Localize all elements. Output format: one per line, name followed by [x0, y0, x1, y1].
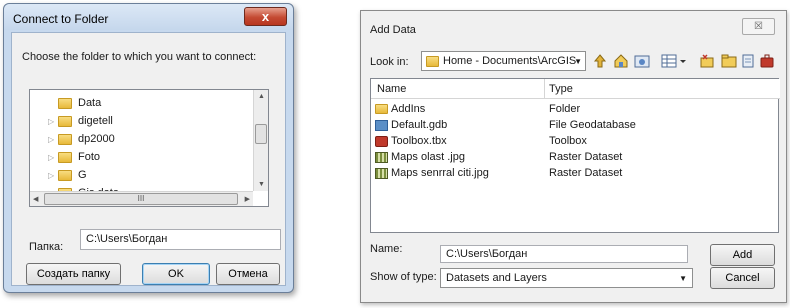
list-item[interactable]: Maps olast .jpg Raster Dataset: [371, 151, 780, 165]
view-dropdown-icon[interactable]: [678, 53, 688, 69]
title-bar: Connect to Folder x: [4, 4, 293, 30]
folder-icon: [58, 115, 72, 127]
document-icon[interactable]: [740, 53, 756, 69]
item-type: Raster Dataset: [549, 151, 623, 163]
tree-item[interactable]: ▷ digetell: [48, 112, 113, 130]
connect-folder-icon[interactable]: [634, 53, 650, 69]
raster-icon: [375, 151, 388, 163]
close-button[interactable]: ☒: [742, 18, 775, 35]
home-icon[interactable]: [613, 53, 629, 69]
column-divider: [544, 79, 545, 98]
list-item[interactable]: Toolbox.tbx Toolbox: [371, 135, 780, 149]
item-name-cell: Maps olast .jpg: [375, 151, 465, 163]
show-of-type-label: Show of type:: [370, 271, 437, 283]
look-in-label: Look in:: [370, 56, 409, 68]
name-label: Name:: [370, 243, 403, 255]
folder-tree[interactable]: Data ▷ digetell ▷ dp2000 ▷ Foto ▷ G ▲ ▼ …: [29, 89, 269, 207]
list-item[interactable]: Default.gdb File Geodatabase: [371, 119, 780, 133]
list-header: Name Type: [371, 79, 780, 99]
add-button[interactable]: Add: [710, 244, 775, 266]
toolbox-icon[interactable]: [759, 53, 775, 69]
catalog-folder-icon[interactable]: [721, 53, 737, 69]
expand-arrow-icon[interactable]: ▷: [48, 153, 58, 162]
name-input[interactable]: C:\Users\Богдан: [440, 245, 688, 263]
folder-icon: [58, 151, 72, 163]
grip-icon: III: [137, 194, 145, 203]
create-folder-button[interactable]: Создать папку: [26, 263, 121, 285]
raster-icon: [375, 167, 388, 179]
tree-item-label: G: [78, 169, 87, 181]
list-item[interactable]: Maps senrral citi.jpg Raster Dataset: [371, 167, 780, 181]
expand-arrow-icon[interactable]: ▷: [48, 171, 58, 180]
tree-item-label: dp2000: [78, 133, 115, 145]
close-icon: x: [261, 9, 270, 24]
horizontal-scrollbar[interactable]: ◀ III ▶: [30, 191, 253, 206]
ok-button[interactable]: OK: [142, 263, 210, 285]
scroll-left-icon[interactable]: ◀: [33, 195, 38, 203]
item-name: Maps senrral citi.jpg: [391, 167, 489, 179]
item-name-cell: Default.gdb: [375, 119, 447, 131]
show-of-type-dropdown[interactable]: Datasets and Layers ▼: [440, 268, 693, 288]
home-folder-icon: [426, 55, 439, 67]
item-type: Folder: [549, 103, 581, 115]
dialog-title: Add Data: [370, 24, 416, 36]
folder-path-input[interactable]: C:\Users\Богдан: [80, 229, 281, 250]
cancel-button[interactable]: Отмена: [216, 263, 280, 285]
tree-item[interactable]: ▷ G: [48, 166, 87, 184]
connect-to-folder-dialog: Connect to Folder x Choose the folder to…: [3, 3, 294, 293]
column-header-type[interactable]: Type: [549, 83, 573, 95]
look-in-value: Home - Documents\ArcGIS: [443, 55, 577, 67]
vertical-scrollbar[interactable]: ▲ ▼: [253, 90, 268, 191]
tree-item[interactable]: ▷ Foto: [48, 148, 100, 166]
folder-path-label: Папка:: [29, 241, 64, 253]
scroll-up-icon[interactable]: ▲: [258, 93, 265, 100]
folder-icon: [58, 133, 72, 145]
add-data-dialog: Add Data ☒ Look in: Home - Documents\Arc…: [360, 10, 787, 303]
chevron-down-icon: ▼: [679, 274, 687, 283]
tree-item-label: Foto: [78, 151, 101, 163]
geodatabase-icon: [375, 119, 388, 131]
horizontal-scroll-thumb[interactable]: III: [44, 193, 238, 205]
look-in-dropdown[interactable]: Home - Documents\ArcGIS ▼: [421, 51, 586, 71]
tree-item[interactable]: Data: [48, 94, 101, 112]
close-button[interactable]: x: [244, 7, 287, 26]
item-type: File Geodatabase: [549, 119, 636, 131]
expand-arrow-icon[interactable]: ▷: [48, 117, 58, 126]
up-one-level-icon[interactable]: [592, 53, 608, 69]
item-name-cell: AddIns: [375, 103, 425, 115]
item-name: AddIns: [391, 103, 426, 115]
scroll-down-icon[interactable]: ▼: [258, 181, 265, 188]
item-type: Raster Dataset: [549, 167, 623, 179]
scroll-right-icon[interactable]: ▶: [245, 195, 250, 203]
item-type: Toolbox: [549, 135, 587, 147]
item-name: Toolbox.tbx: [391, 135, 447, 147]
instruction-text: Choose the folder to which you want to c…: [22, 51, 257, 63]
cancel-button[interactable]: Cancel: [710, 267, 775, 289]
item-name-cell: Toolbox.tbx: [375, 135, 447, 147]
expand-arrow-icon[interactable]: ▷: [48, 135, 58, 144]
folder-icon: [58, 97, 72, 109]
view-options-icon[interactable]: [661, 53, 677, 69]
list-item[interactable]: AddIns Folder: [371, 103, 780, 117]
file-list[interactable]: Name Type AddIns Folder Default.gdb File…: [370, 78, 780, 233]
column-header-name[interactable]: Name: [377, 83, 406, 95]
close-icon: ☒: [754, 21, 763, 32]
new-folder-icon[interactable]: [699, 53, 715, 69]
vertical-scroll-thumb[interactable]: [255, 124, 267, 144]
dialog-title: Connect to Folder: [13, 12, 109, 26]
toolbox-icon: [375, 135, 388, 147]
tree-item-label: Data: [78, 97, 102, 109]
folder-icon: [375, 104, 388, 114]
item-name: Default.gdb: [391, 119, 448, 131]
chevron-down-icon: ▼: [574, 57, 582, 66]
tree-item-label: digetell: [78, 115, 113, 127]
dialog-body: Choose the folder to which you want to c…: [11, 32, 286, 286]
tree-item[interactable]: ▷ dp2000: [48, 130, 115, 148]
show-of-type-value: Datasets and Layers: [446, 272, 547, 284]
item-name: Maps olast .jpg: [391, 151, 465, 163]
item-name-cell: Maps senrral citi.jpg: [375, 167, 489, 179]
folder-icon: [58, 169, 72, 181]
